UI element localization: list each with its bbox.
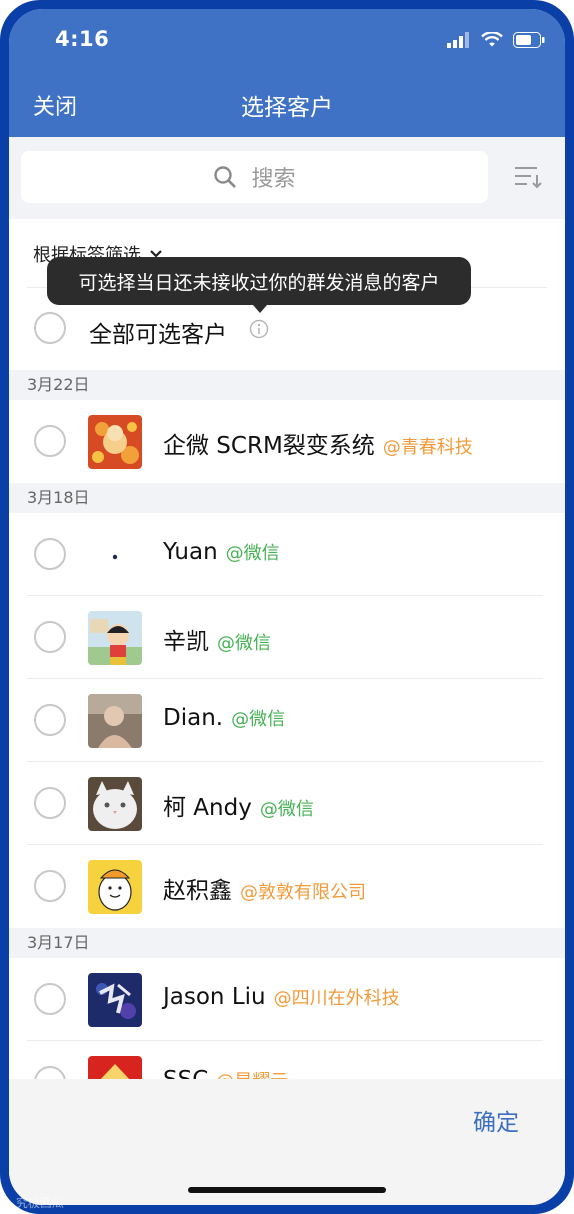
avatar [88,415,142,469]
customer-tag: @微信 [217,633,271,654]
select-radio[interactable] [34,787,66,819]
select-all-label: 全部可选客户 [89,322,227,348]
device-frame: 4:16 关闭 选择客户 搜索 根据标签筛选 可选择当日还未接收过你的群发消息的… [0,0,574,1214]
nav-bar: 关闭 选择客户 [9,71,565,137]
watermark: ☁ 究极西瓜 [0,1194,64,1211]
phone-screen: 4:16 关闭 选择客户 搜索 根据标签筛选 可选择当日还未接收过你的群发消息的… [9,9,565,1205]
customer-name: 柯 Andy [163,795,252,821]
customer-name: 赵积鑫 [163,878,232,904]
customer-tag: @微信 [231,709,286,730]
customer-info: 柯 Andy @微信 [163,788,314,822]
avatar [88,611,142,665]
customer-info: Yuan @微信 [163,539,280,565]
date-header: 3月17日 [9,928,565,958]
customer-row[interactable]: 柯 Andy @微信 [9,762,565,845]
customer-name: Yuan [163,539,218,565]
customer-name: 辛凯 [163,629,209,655]
sort-icon[interactable] [513,165,543,189]
customer-row[interactable]: Dian. @微信 [9,679,565,762]
customer-row[interactable]: 企微 SCRM裂变系统 @青春科技 [9,400,565,483]
tooltip-text: 可选择当日还未接收过你的群发消息的客户 [78,271,440,294]
info-icon[interactable] [249,319,269,339]
avatar [88,694,142,748]
bottom-bar: 确定 [9,1079,565,1205]
customer-tag: @微信 [259,799,314,820]
avatar [88,860,142,914]
customer-tag: @四川在外科技 [273,988,400,1009]
select-radio[interactable] [34,425,66,457]
home-indicator [188,1187,386,1193]
avatar [88,528,142,582]
watermark-text: 究极西瓜 [15,1196,64,1210]
customer-info: Dian. @微信 [163,705,285,731]
select-radio[interactable] [34,983,66,1015]
customer-row[interactable]: Jason Liu @四川在外科技 [9,958,565,1041]
customer-tag: @青春科技 [382,437,473,458]
select-radio[interactable] [34,621,66,653]
avatar [88,777,142,831]
customer-row[interactable]: Yuan @微信 [9,513,565,596]
customer-row[interactable]: 赵积鑫 @敦敦有限公司 [9,845,565,928]
search-area: 搜索 [9,137,565,219]
customer-name: 企微 SCRM裂变系统 [163,433,375,459]
tooltip-arrow [253,305,267,313]
customer-name: Dian. [163,705,224,731]
wifi-icon [481,32,503,47]
confirm-button[interactable]: 确定 [473,1103,519,1137]
watermark-icon: ☁ [0,1196,12,1210]
select-radio[interactable] [34,704,66,736]
customer-info: 辛凯 @微信 [163,622,271,656]
search-input[interactable]: 搜索 [21,151,488,203]
status-bar: 4:16 [9,9,565,71]
select-radio[interactable] [34,538,66,570]
customer-info: 赵积鑫 @敦敦有限公司 [163,871,366,905]
signal-icon [447,32,469,48]
avatar [88,973,142,1027]
tooltip: 可选择当日还未接收过你的群发消息的客户 [47,257,471,305]
battery-icon [513,32,545,48]
status-time: 4:16 [55,27,110,51]
date-header: 3月18日 [9,483,565,513]
customer-info: Jason Liu @四川在外科技 [163,984,400,1010]
search-placeholder: 搜索 [251,167,296,192]
customer-tag: @微信 [225,543,280,564]
customer-tag: @敦敦有限公司 [240,882,366,903]
status-icons [447,29,545,51]
customer-row[interactable]: 辛凯 @微信 [9,596,565,679]
select-all-radio[interactable] [34,312,66,344]
search-icon [214,166,237,188]
page-title: 选择客户 [241,95,333,121]
customer-name: Jason Liu [163,984,266,1010]
customer-info: 企微 SCRM裂变系统 @青春科技 [163,426,473,460]
select-radio[interactable] [34,870,66,902]
date-header: 3月22日 [9,370,565,400]
